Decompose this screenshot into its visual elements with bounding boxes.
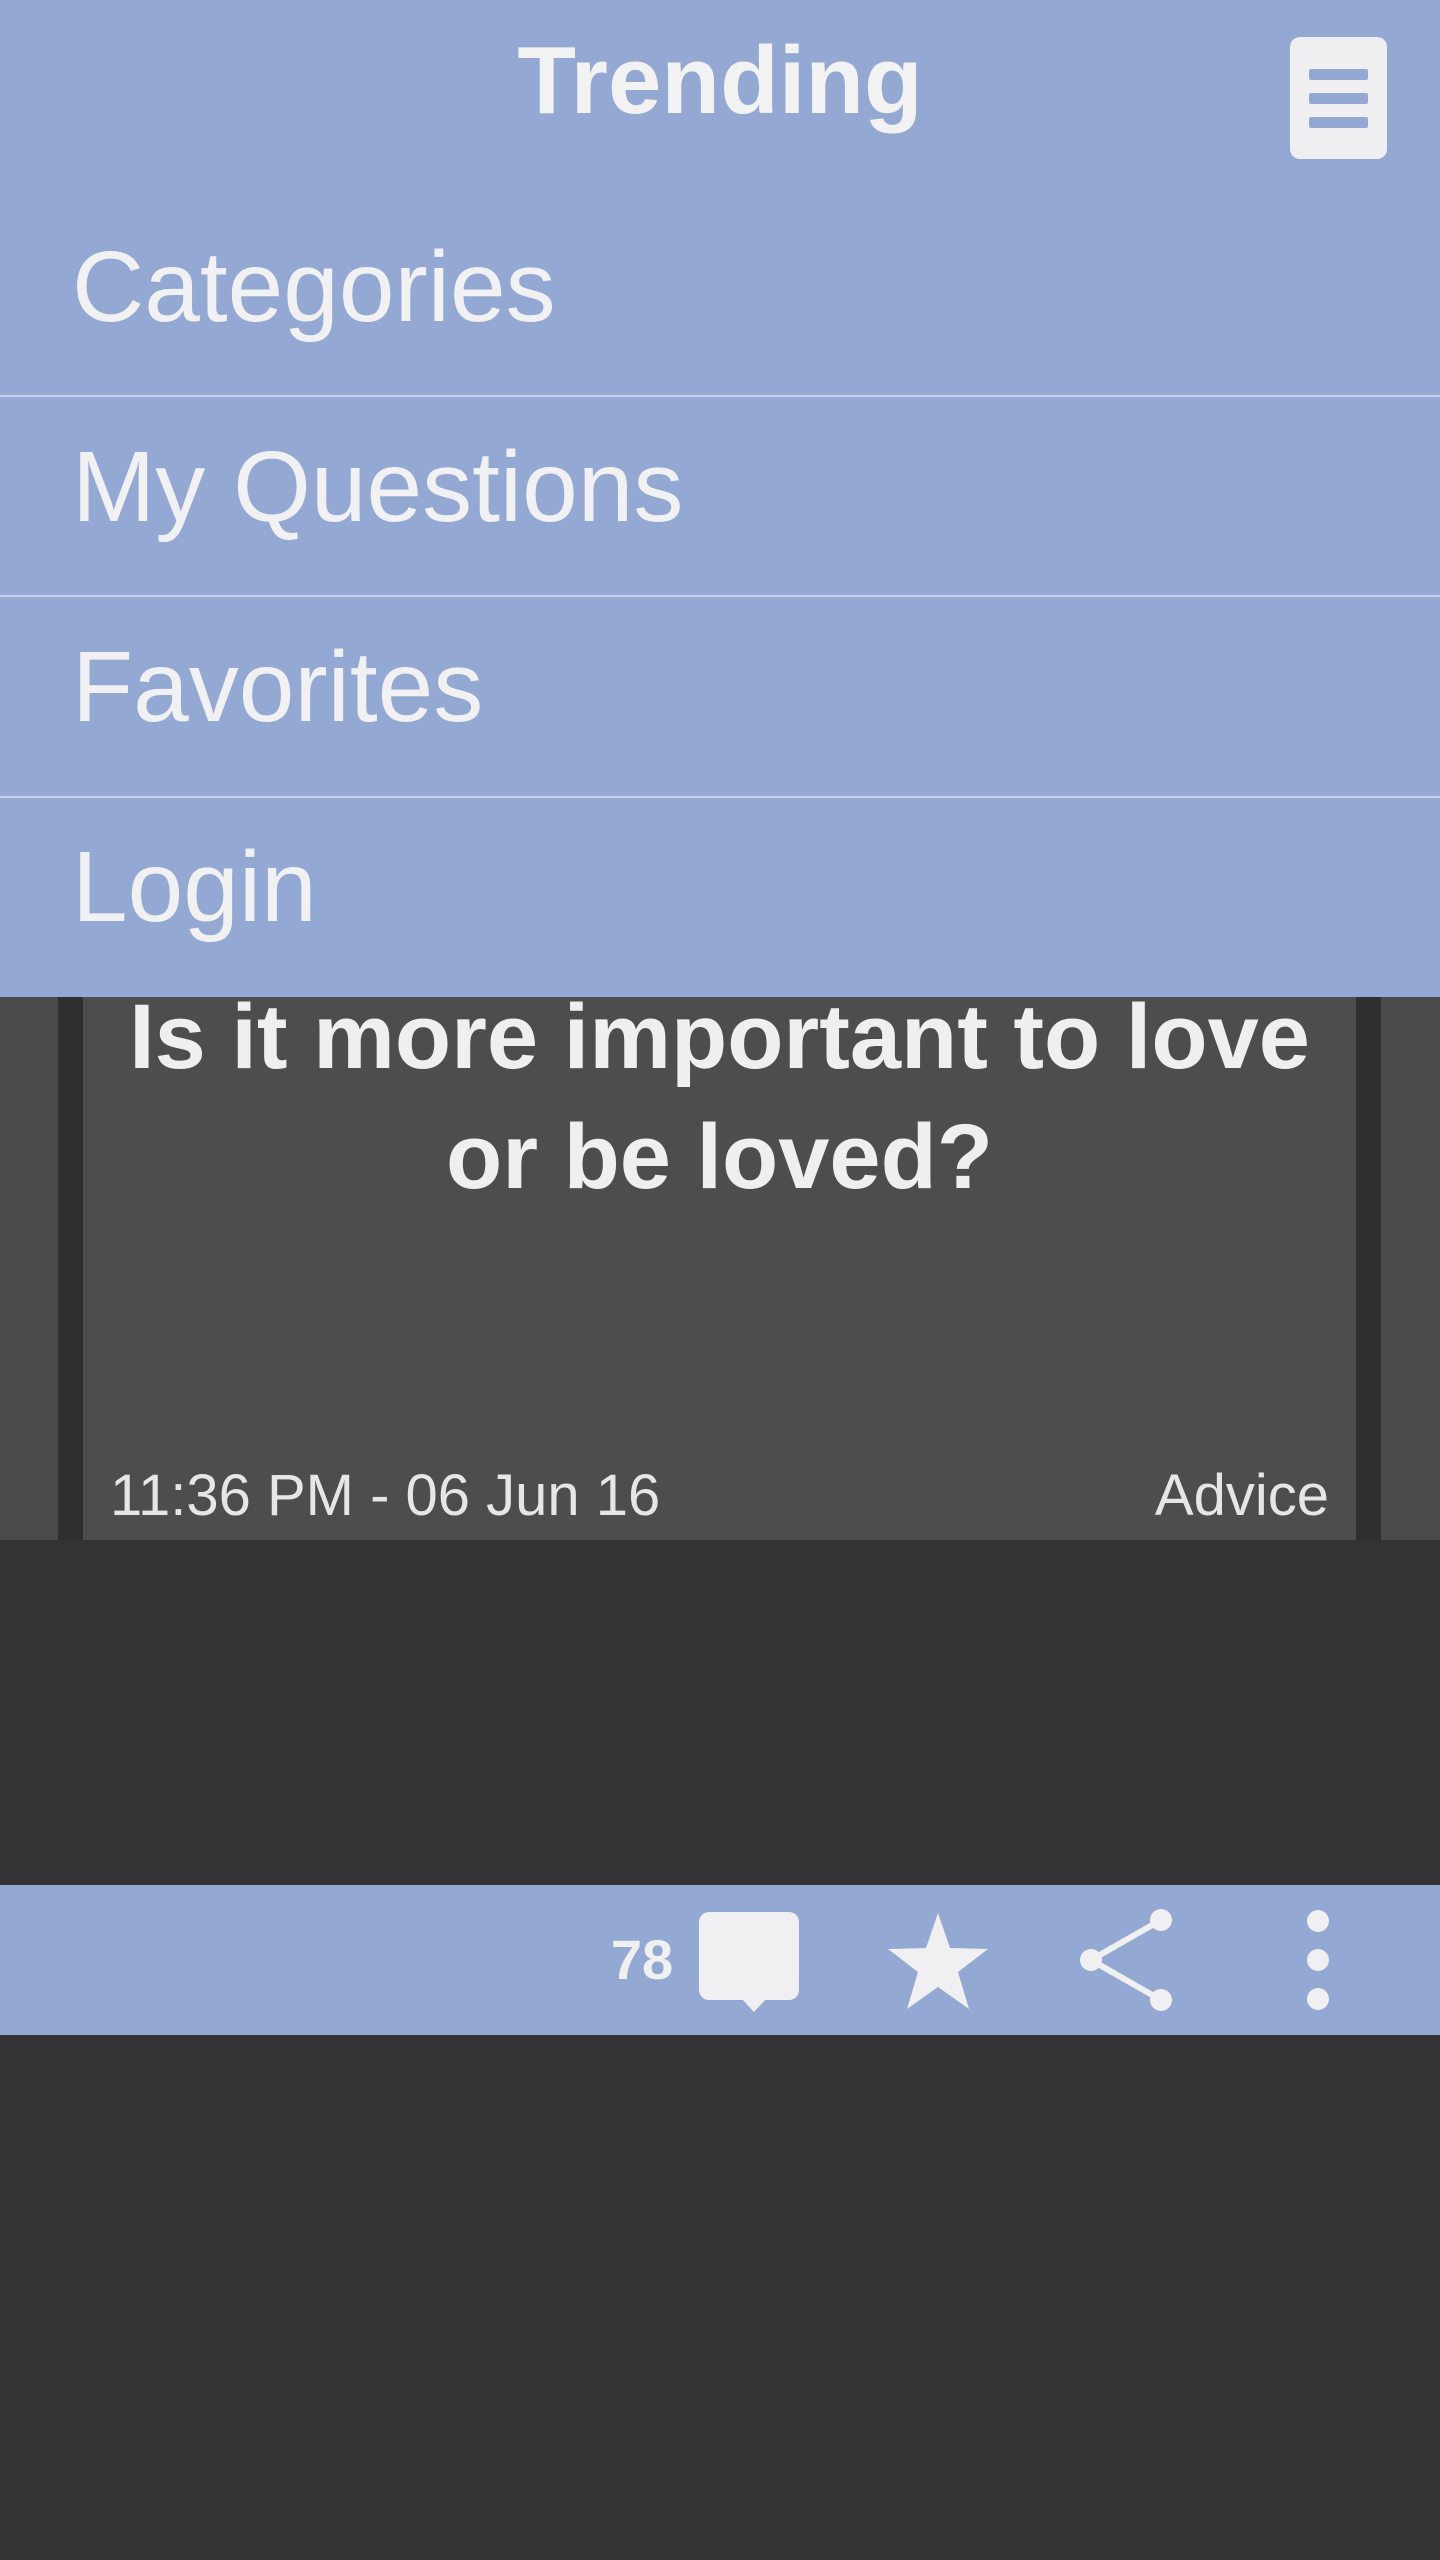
comment-count: 78 [610, 1928, 674, 1991]
hamburger-menu-icon[interactable] [1290, 37, 1387, 159]
menu-divider [0, 595, 1440, 597]
question-card[interactable]: Is it more important to love or be loved… [83, 986, 1356, 1540]
menu-divider [0, 395, 1440, 397]
app-screen: Is it more important to love or be loved… [0, 0, 1440, 2560]
card-meta: 11:36 PM - 06 Jun 16 Advice [110, 1462, 1329, 1529]
page-title: Trending [517, 27, 923, 134]
menu-item-my-questions[interactable]: My Questions [72, 422, 683, 552]
card-edge-left [58, 997, 83, 1540]
question-text: Is it more important to love or be loved… [129, 986, 1310, 1208]
question-category[interactable]: Advice [1155, 1462, 1329, 1529]
card-edge-right [1356, 997, 1381, 1540]
menu-item-categories[interactable]: Categories [72, 222, 556, 352]
menu-header: Trending [0, 0, 1440, 200]
share-icon[interactable] [1075, 1905, 1175, 2015]
menu-item-login[interactable]: Login [72, 822, 317, 952]
comment-icon[interactable] [698, 1905, 800, 2015]
menu-item-favorites[interactable]: Favorites [72, 622, 483, 752]
menu-divider [0, 796, 1440, 798]
more-vertical-icon[interactable] [1298, 1905, 1338, 2015]
star-icon[interactable] [886, 1905, 990, 2015]
question-timestamp: 11:36 PM - 06 Jun 16 [110, 1463, 661, 1528]
action-bar: 78 [0, 1885, 1440, 2035]
